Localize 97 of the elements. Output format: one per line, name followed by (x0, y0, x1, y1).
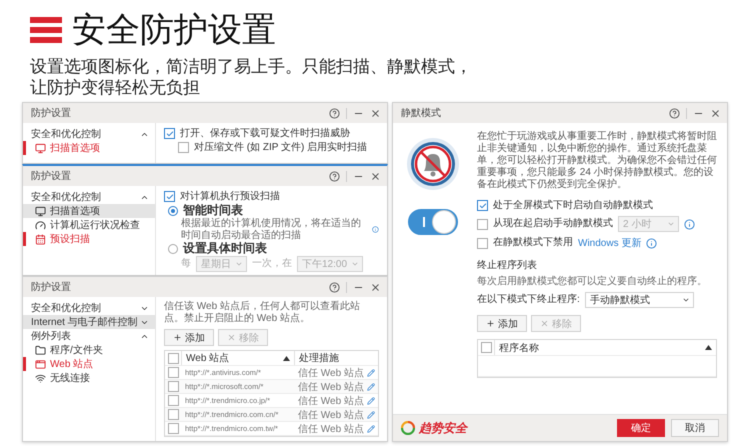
brand-name: 趋势安全 (419, 420, 467, 436)
checkbox[interactable] (168, 423, 178, 434)
plus-icon (486, 319, 495, 328)
checkbox[interactable] (168, 409, 178, 420)
calendar-icon (35, 234, 46, 244)
checkbox-label: 打开、保存或下载可疑文件时扫描威胁 (180, 128, 350, 140)
page-title: 安全防护设置 (72, 10, 276, 50)
checkbox[interactable] (477, 238, 488, 248)
window-title: 防护设置 (31, 106, 71, 120)
window-title: 防护设置 (31, 280, 71, 294)
table-cell-text: 信任 Web 站点 (297, 366, 364, 380)
column-header[interactable]: 程序名称 (494, 340, 716, 355)
help-icon[interactable] (669, 108, 680, 118)
checkbox[interactable] (168, 381, 178, 392)
checkbox[interactable] (480, 342, 492, 353)
plus-icon (173, 333, 182, 342)
add-button[interactable]: 添加 (477, 315, 527, 332)
cancel-button[interactable]: 取消 (671, 419, 719, 437)
bars-icon (30, 15, 62, 45)
checkbox[interactable] (477, 218, 488, 230)
help-icon[interactable] (329, 282, 340, 292)
radio-button[interactable] (168, 206, 178, 216)
column-header[interactable]: Web 站点 (181, 351, 294, 365)
info-icon[interactable] (684, 218, 695, 230)
sidebar-group[interactable]: 安全和优化控制 (23, 127, 155, 141)
description: 信任该 Web 站点后，任何人都可以查看此站点。禁止开启阻止的 Web 站点。 (164, 301, 361, 325)
window-title: 防护设置 (31, 170, 71, 183)
window-title: 静默模式 (401, 106, 441, 120)
close-icon[interactable] (370, 282, 381, 292)
checkbox[interactable] (168, 352, 178, 364)
field-label: 在以下模式下终止程序: (477, 294, 580, 306)
dropdown[interactable]: 手动静默模式 (584, 292, 694, 308)
monitor-icon (35, 142, 46, 154)
sidebar-group[interactable]: 安全和优化控制 (23, 301, 155, 315)
logo-icon (401, 421, 415, 435)
folder-icon (35, 344, 46, 356)
sidebar-item[interactable]: 扫描首选项 (23, 141, 155, 155)
checkbox[interactable] (168, 367, 178, 378)
pencil-icon[interactable] (367, 410, 375, 418)
sidebar-item[interactable]: 预设扫描 (23, 232, 155, 246)
link[interactable]: Windows 更新 (578, 236, 642, 250)
radio-button[interactable] (168, 244, 178, 254)
sidebar-group[interactable]: Internet 与电子邮件控制 (23, 315, 155, 329)
table-cell-text: 信任 Web 站点 (297, 394, 364, 408)
wifi-icon (35, 372, 46, 384)
table-cell-text: 信任 Web 站点 (297, 422, 364, 436)
checkbox-label: 对压缩文件 (如 ZIP 文件) 启用实时扫描 (194, 142, 368, 154)
close-icon[interactable] (370, 170, 381, 182)
sidebar-item[interactable]: 程序/文件夹 (23, 343, 155, 357)
checkbox[interactable] (477, 200, 488, 211)
toggle-switch[interactable] (408, 209, 458, 235)
description: 在您忙于玩游戏或从事重要工作时，静默模式将暂时阻止非关键通知，以免中断您的操作。通过系统托盘菜单，您可以轻松打开静默模式。为确保您不会错过任何重要事项，您只能最多 24 小时保持静默模式。您的设备在此模式下仍然受到完全保护。 (477, 131, 717, 191)
help-icon[interactable] (329, 170, 340, 182)
monitor-icon (35, 206, 46, 216)
muted-bell-drawing (406, 137, 460, 191)
description: 根据最近的计算机使用情况，将在适当的时间自动启动最合适的扫描 (181, 218, 362, 242)
info-icon[interactable] (646, 238, 658, 248)
schedule-label: 每 (181, 258, 191, 270)
checkbox-label: 处于全屏模式下时启动自动静默模式 (493, 200, 653, 212)
pencil-icon[interactable] (367, 424, 375, 432)
browser-window-icon (35, 358, 46, 370)
pencil-icon[interactable] (367, 368, 375, 376)
section-description: 每次启用静默模式您都可以定义要自动终止的程序。 (477, 276, 708, 288)
radio-label: 设置具体时间表 (183, 241, 267, 256)
checkbox[interactable] (164, 191, 175, 202)
checkbox[interactable] (164, 128, 175, 139)
radio-label: 智能时间表 (183, 203, 243, 218)
gauge-icon (35, 220, 46, 230)
close-icon[interactable] (370, 108, 381, 118)
table-cell-text: 信任 Web 站点 (297, 408, 364, 422)
help-icon[interactable] (329, 108, 340, 118)
sidebar-item[interactable]: 扫描首选项 (23, 204, 155, 218)
info-icon[interactable] (372, 224, 379, 236)
close-icon (540, 319, 549, 328)
caret-icon (682, 296, 690, 304)
checkbox-label: 对计算机执行预设扫描 (180, 190, 280, 202)
close-icon[interactable] (710, 108, 721, 118)
sidebar-group[interactable]: 安全和优化控制 (23, 190, 155, 204)
sidebar-item[interactable]: Web 站点 (23, 357, 155, 371)
sidebar-group[interactable]: 例外列表 (23, 329, 155, 343)
checkbox[interactable] (178, 142, 189, 153)
pencil-icon[interactable] (367, 396, 375, 404)
sidebar-item[interactable]: 无线连接 (23, 371, 155, 385)
subtitle: 设置选项图标化，简洁明了易上手。只能扫描、静默模式， 让防护变得轻松无负担 (30, 56, 473, 98)
checkbox-label: 从现在起启动手动静默模式 (493, 218, 613, 230)
close-icon (227, 333, 236, 342)
column-header[interactable]: 处理措施 (294, 351, 378, 365)
schedule-label: 一次，在 (252, 258, 292, 270)
caret-icon (667, 220, 675, 228)
add-button[interactable]: 添加 (164, 329, 214, 346)
sidebar-item[interactable]: 计算机运行状况检查 (23, 218, 155, 232)
confirm-button[interactable]: 确定 (617, 419, 665, 437)
pencil-icon[interactable] (367, 382, 375, 390)
checkbox-label: 在静默模式下禁用 (493, 237, 573, 249)
section-title: 终止程序列表 (477, 258, 538, 272)
table-cell-text: 信任 Web 站点 (297, 380, 364, 394)
checkbox[interactable] (168, 395, 178, 406)
